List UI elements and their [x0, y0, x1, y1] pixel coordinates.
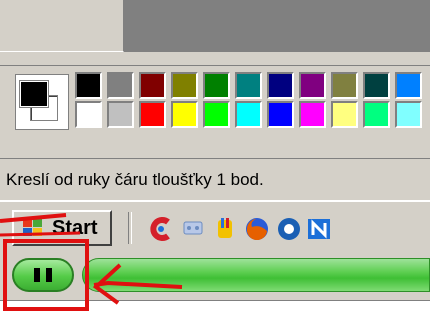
status-text: Kreslí od ruky čáru tloušťky 1 bod.	[6, 170, 264, 189]
palette-swatch[interactable]	[203, 101, 230, 128]
palette-swatch[interactable]	[171, 101, 198, 128]
palette-swatch[interactable]	[331, 72, 358, 99]
palette-swatch[interactable]	[395, 101, 422, 128]
top-left-panel	[0, 0, 124, 52]
palette-swatch[interactable]	[299, 101, 326, 128]
start-label: Start	[52, 217, 98, 239]
palette-swatch[interactable]	[267, 101, 294, 128]
palette-swatch[interactable]	[171, 72, 198, 99]
palette-swatch[interactable]	[331, 101, 358, 128]
toolbar-separator	[0, 52, 430, 66]
current-colors-indicator	[15, 74, 69, 130]
quick-launch-separator	[128, 212, 132, 244]
palette-swatch[interactable]	[235, 101, 262, 128]
circle-app-icon[interactable]	[276, 216, 302, 242]
palette-swatch[interactable]	[395, 72, 422, 99]
palette-swatch[interactable]	[235, 72, 262, 99]
palette-swatch[interactable]	[139, 101, 166, 128]
windows-logo-icon	[23, 219, 42, 236]
progress-track[interactable]	[82, 258, 430, 292]
palette-swatch[interactable]	[139, 72, 166, 99]
paint-icon[interactable]	[212, 216, 238, 242]
network-icon[interactable]	[180, 216, 206, 242]
annotation-highlight-box	[3, 239, 89, 311]
palette-swatch[interactable]	[75, 101, 102, 128]
palette-swatch[interactable]	[107, 72, 134, 99]
ccleaner-icon[interactable]	[148, 216, 174, 242]
palette-swatch[interactable]	[75, 72, 102, 99]
palette-swatch[interactable]	[299, 72, 326, 99]
palette-swatch[interactable]	[107, 101, 134, 128]
foreground-color-swatch[interactable]	[20, 81, 48, 107]
palette-swatch[interactable]	[267, 72, 294, 99]
n-app-icon[interactable]	[306, 216, 332, 242]
canvas-gray-area	[124, 0, 430, 52]
firefox-icon[interactable]	[244, 216, 270, 242]
palette-swatch[interactable]	[363, 72, 390, 99]
palette-swatch[interactable]	[363, 101, 390, 128]
palette-swatch[interactable]	[203, 72, 230, 99]
